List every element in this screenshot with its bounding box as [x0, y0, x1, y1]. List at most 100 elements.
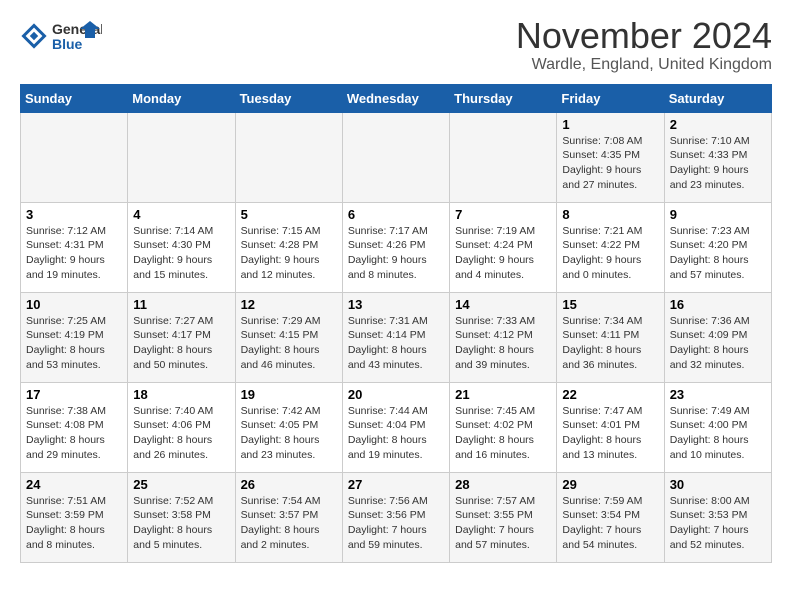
calendar-cell: 26Sunrise: 7:54 AM Sunset: 3:57 PM Dayli… [235, 472, 342, 562]
calendar-cell: 20Sunrise: 7:44 AM Sunset: 4:04 PM Dayli… [342, 382, 449, 472]
day-number: 3 [26, 207, 122, 222]
calendar-cell: 3Sunrise: 7:12 AM Sunset: 4:31 PM Daylig… [21, 202, 128, 292]
calendar-cell: 16 Sunrise: 7:36 AM Sunset: 4:09 PM Dayli… [664, 292, 771, 382]
month-title: November 2024 [516, 16, 772, 56]
day-number: 29 [562, 477, 658, 492]
weekday-header-wednesday: Wednesday [342, 84, 449, 112]
day-number: 8 [562, 207, 658, 222]
day-info: Sunrise: 7:27 AM Sunset: 4:17 PM Dayligh… [133, 314, 229, 373]
day-info: Sunrise: 7:19 AM Sunset: 4:24 PM Dayligh… [455, 224, 551, 283]
day-info: Sunrise: 7:29 AM Sunset: 4:15 PM Dayligh… [241, 314, 337, 373]
day-number: 11 [133, 297, 229, 312]
day-info: Sunrise: 7:44 AM Sunset: 4:04 PM Dayligh… [348, 404, 444, 463]
day-number: 25 [133, 477, 229, 492]
day-info: Sunrise: 7:56 AM Sunset: 3:56 PM Dayligh… [348, 494, 444, 553]
day-info: Sunrise: 7:57 AM Sunset: 3:55 PM Dayligh… [455, 494, 551, 553]
day-number: 10 [26, 297, 122, 312]
calendar-cell: 6 Sunrise: 7:17 AM Sunset: 4:26 PM Daylig… [342, 202, 449, 292]
day-number: 23 [670, 387, 766, 402]
calendar-cell: 18Sunrise: 7:40 AM Sunset: 4:06 PM Dayli… [128, 382, 235, 472]
calendar-cell: 11 Sunrise: 7:27 AM Sunset: 4:17 PM Dayli… [128, 292, 235, 382]
calendar-cell: 9 Sunrise: 7:23 AM Sunset: 4:20 PM Daylig… [664, 202, 771, 292]
day-info: Sunrise: 7:38 AM Sunset: 4:08 PM Dayligh… [26, 404, 122, 463]
day-info: Sunrise: 7:52 AM Sunset: 3:58 PM Dayligh… [133, 494, 229, 553]
page-header: General Blue November 2024 Wardle, Engla… [20, 16, 772, 74]
calendar-cell: 23 Sunrise: 7:49 AM Sunset: 4:00 PM Dayli… [664, 382, 771, 472]
day-number: 1 [562, 117, 658, 132]
day-info: Sunrise: 7:17 AM Sunset: 4:26 PM Dayligh… [348, 224, 444, 283]
day-number: 5 [241, 207, 337, 222]
weekday-header-sunday: Sunday [21, 84, 128, 112]
day-info: Sunrise: 7:42 AM Sunset: 4:05 PM Dayligh… [241, 404, 337, 463]
day-info: Sunrise: 7:08 AM Sunset: 4:35 PM Dayligh… [562, 134, 658, 193]
calendar-cell: 15Sunrise: 7:34 AM Sunset: 4:11 PM Dayli… [557, 292, 664, 382]
calendar-cell: 25 Sunrise: 7:52 AM Sunset: 3:58 PM Dayli… [128, 472, 235, 562]
day-number: 16 [670, 297, 766, 312]
logo: General Blue [20, 16, 102, 56]
calendar-cell: 7Sunrise: 7:19 AM Sunset: 4:24 PM Daylig… [450, 202, 557, 292]
day-info: Sunrise: 7:10 AM Sunset: 4:33 PM Dayligh… [670, 134, 766, 193]
day-info: Sunrise: 7:31 AM Sunset: 4:14 PM Dayligh… [348, 314, 444, 373]
day-number: 26 [241, 477, 337, 492]
calendar-cell: 19 Sunrise: 7:42 AM Sunset: 4:05 PM Dayli… [235, 382, 342, 472]
day-info: Sunrise: 7:36 AM Sunset: 4:09 PM Dayligh… [670, 314, 766, 373]
calendar-cell: 29 Sunrise: 7:59 AM Sunset: 3:54 PM Dayli… [557, 472, 664, 562]
calendar-cell: 10 Sunrise: 7:25 AM Sunset: 4:19 PM Dayli… [21, 292, 128, 382]
calendar-cell: 13 Sunrise: 7:31 AM Sunset: 4:14 PM Dayli… [342, 292, 449, 382]
calendar-cell: 12 Sunrise: 7:29 AM Sunset: 4:15 PM Dayli… [235, 292, 342, 382]
day-number: 19 [241, 387, 337, 402]
day-number: 12 [241, 297, 337, 312]
logo-graphic: General Blue [52, 16, 102, 56]
calendar-cell: 5 Sunrise: 7:15 AM Sunset: 4:28 PM Daylig… [235, 202, 342, 292]
day-number: 14 [455, 297, 551, 312]
weekday-header-saturday: Saturday [664, 84, 771, 112]
day-info: Sunrise: 7:15 AM Sunset: 4:28 PM Dayligh… [241, 224, 337, 283]
day-info: Sunrise: 7:47 AM Sunset: 4:01 PM Dayligh… [562, 404, 658, 463]
calendar-cell: 17 Sunrise: 7:38 AM Sunset: 4:08 PM Dayli… [21, 382, 128, 472]
day-info: Sunrise: 7:14 AM Sunset: 4:30 PM Dayligh… [133, 224, 229, 283]
calendar-cell [342, 112, 449, 202]
day-number: 27 [348, 477, 444, 492]
calendar-week-row: 24Sunrise: 7:51 AM Sunset: 3:59 PM Dayli… [21, 472, 772, 562]
calendar-cell [128, 112, 235, 202]
calendar-cell: 1 Sunrise: 7:08 AM Sunset: 4:35 PM Daylig… [557, 112, 664, 202]
calendar-cell [450, 112, 557, 202]
day-info: Sunrise: 7:21 AM Sunset: 4:22 PM Dayligh… [562, 224, 658, 283]
day-info: Sunrise: 7:51 AM Sunset: 3:59 PM Dayligh… [26, 494, 122, 553]
calendar-cell: 8 Sunrise: 7:21 AM Sunset: 4:22 PM Daylig… [557, 202, 664, 292]
day-number: 6 [348, 207, 444, 222]
calendar-cell: 27 Sunrise: 7:56 AM Sunset: 3:56 PM Dayli… [342, 472, 449, 562]
weekday-header-thursday: Thursday [450, 84, 557, 112]
weekday-header-friday: Friday [557, 84, 664, 112]
day-number: 17 [26, 387, 122, 402]
weekday-header-row: SundayMondayTuesdayWednesdayThursdayFrid… [21, 84, 772, 112]
day-info: Sunrise: 7:25 AM Sunset: 4:19 PM Dayligh… [26, 314, 122, 373]
day-info: Sunrise: 7:59 AM Sunset: 3:54 PM Dayligh… [562, 494, 658, 553]
day-number: 21 [455, 387, 551, 402]
calendar-cell [21, 112, 128, 202]
day-number: 13 [348, 297, 444, 312]
day-number: 2 [670, 117, 766, 132]
calendar-cell: 4 Sunrise: 7:14 AM Sunset: 4:30 PM Daylig… [128, 202, 235, 292]
day-number: 9 [670, 207, 766, 222]
title-area: November 2024 Wardle, England, United Ki… [516, 16, 772, 74]
location: Wardle, England, United Kingdom [516, 56, 772, 74]
calendar-cell: 22 Sunrise: 7:47 AM Sunset: 4:01 PM Dayli… [557, 382, 664, 472]
calendar-week-row: 1 Sunrise: 7:08 AM Sunset: 4:35 PM Daylig… [21, 112, 772, 202]
svg-text:Blue: Blue [52, 36, 83, 52]
day-number: 22 [562, 387, 658, 402]
calendar-week-row: 10 Sunrise: 7:25 AM Sunset: 4:19 PM Dayli… [21, 292, 772, 382]
calendar-cell: 28Sunrise: 7:57 AM Sunset: 3:55 PM Dayli… [450, 472, 557, 562]
day-info: Sunrise: 7:49 AM Sunset: 4:00 PM Dayligh… [670, 404, 766, 463]
day-info: Sunrise: 7:23 AM Sunset: 4:20 PM Dayligh… [670, 224, 766, 283]
weekday-header-tuesday: Tuesday [235, 84, 342, 112]
day-number: 4 [133, 207, 229, 222]
calendar-cell [235, 112, 342, 202]
day-info: Sunrise: 7:33 AM Sunset: 4:12 PM Dayligh… [455, 314, 551, 373]
calendar-table: SundayMondayTuesdayWednesdayThursdayFrid… [20, 84, 772, 563]
day-info: Sunrise: 8:00 AM Sunset: 3:53 PM Dayligh… [670, 494, 766, 553]
calendar-cell: 24Sunrise: 7:51 AM Sunset: 3:59 PM Dayli… [21, 472, 128, 562]
day-number: 15 [562, 297, 658, 312]
calendar-cell: 2 Sunrise: 7:10 AM Sunset: 4:33 PM Daylig… [664, 112, 771, 202]
day-info: Sunrise: 7:40 AM Sunset: 4:06 PM Dayligh… [133, 404, 229, 463]
